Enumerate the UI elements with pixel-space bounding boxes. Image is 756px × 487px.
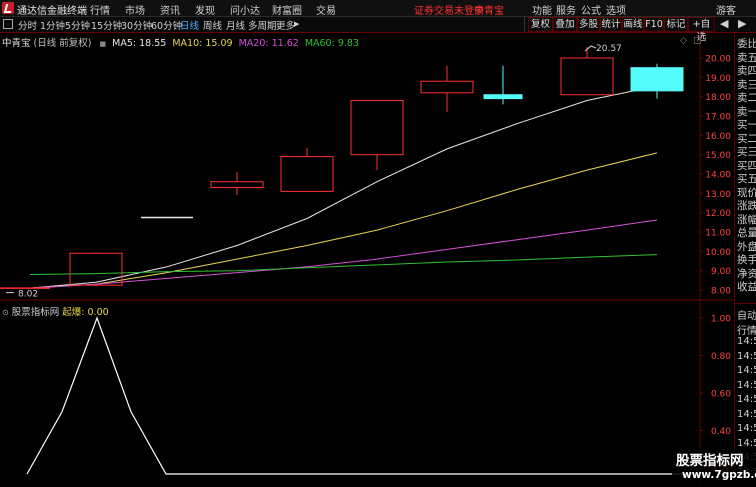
candles [0, 46, 684, 289]
indicator-value: 起爆: 0.00 [62, 307, 109, 318]
price-annotations: 20.57 8.02 [6, 44, 622, 300]
y-tick-label: 18.00 [705, 93, 731, 103]
tick-row: 14:56 [737, 379, 756, 391]
ma5-value: MA5: 18.55 [112, 38, 167, 49]
tick-row: 14:56 [737, 365, 756, 376]
ma-lines [29, 85, 658, 289]
y-tick-label: 11.00 [705, 229, 731, 239]
candle-body-8 [560, 57, 614, 96]
candle-body-5 [350, 100, 404, 156]
ma-line-ma60 [29, 254, 658, 275]
candle-body-3 [210, 181, 264, 189]
chart-close-icon[interactable]: □ [693, 36, 702, 46]
ma-line-ma20 [29, 219, 658, 289]
low-annotation: 8.02 [18, 290, 38, 300]
ind-y-tick-label: 0.40 [711, 427, 731, 437]
indicator-lines [26, 316, 700, 475]
y-tick-label: 15.00 [705, 151, 731, 161]
tick-row: 14:56 [737, 350, 756, 362]
candle-body-1 [69, 252, 123, 286]
chart-period-note: (日线 前复权) [33, 38, 92, 49]
candle-body-9 [630, 67, 684, 92]
y-tick-label: 19.00 [705, 74, 731, 84]
ma-line-ma10 [29, 152, 658, 289]
ma10-value: MA10: 15.09 [172, 38, 233, 49]
ind-y-tick-label: 1.00 [711, 315, 731, 325]
tick-row: 14:56 [737, 423, 756, 434]
ma-menu-icon[interactable]: ■ [99, 40, 106, 48]
watermark-url: www.7gpzb.com [682, 469, 756, 481]
y-tick-label: 9.00 [711, 267, 731, 277]
watermark-title: 股票指标网 [676, 453, 744, 469]
y-tick-label: 10.00 [705, 248, 731, 258]
indicator-line-qibao [26, 316, 700, 475]
watermark: 股票指标网 www.7gpzb.com [672, 447, 756, 487]
quote-panel: 委比 卖五 卖四 卖三 卖二 卖一 买一 买二 买三 买四 买五 现价 涨跌 涨幅 总量 外盘 换手 净资 收益 自动… [734, 33, 756, 487]
quote-row: 收益 [737, 281, 756, 293]
candle-body-7 [483, 94, 523, 100]
tick-row: 14:56 [737, 336, 756, 347]
chart-diamond-icon[interactable]: ◇ [680, 36, 687, 46]
chart-header: 中青宝 (日线 前复权) ■ MA5: 18.55 MA10: 15.09 MA2… [2, 35, 362, 49]
tick-row: 14:56 [737, 394, 756, 405]
chart-instrument: 中青宝 [2, 38, 31, 49]
y-tick-label: 14.00 [705, 171, 731, 181]
tick-row: 自动 [737, 311, 756, 322]
main-y-axis: 20.00 19.00 18.00 17.00 16.00 15.00 14.00 13.00… [700, 55, 731, 297]
ma60-value: MA60: 9.83 [304, 38, 359, 49]
tick-row: 14:56 [737, 408, 756, 420]
y-tick-label: 12.00 [705, 209, 731, 219]
y-tick-label: 16.00 [705, 132, 731, 142]
indicator-source: 股票指标网 [11, 307, 60, 318]
tick-row: 行情 [737, 325, 756, 337]
candle-body-4 [280, 156, 334, 192]
y-tick-label: 20.00 [705, 55, 731, 65]
chart-canvas[interactable]: 20.00 19.00 18.00 17.00 16.00 15.00 14.00 13.00… [0, 0, 756, 487]
y-tick-label: 13.00 [705, 190, 731, 200]
y-tick-label: 8.00 [711, 287, 731, 297]
ind-y-tick-label: 0.80 [711, 352, 731, 362]
candle-body-6 [420, 80, 474, 94]
ind-y-tick-label: 0.60 [711, 390, 731, 400]
indicator-header: ⊙ 股票指标网 起爆: 0.00 [2, 304, 109, 318]
y-tick-label: 17.00 [705, 113, 731, 123]
ma20-value: MA20: 11.62 [238, 38, 299, 49]
quote-panel-divider [735, 303, 756, 304]
indicator-settings-icon[interactable]: ⊙ [2, 308, 9, 317]
high-annotation: 20.57 [596, 44, 622, 54]
